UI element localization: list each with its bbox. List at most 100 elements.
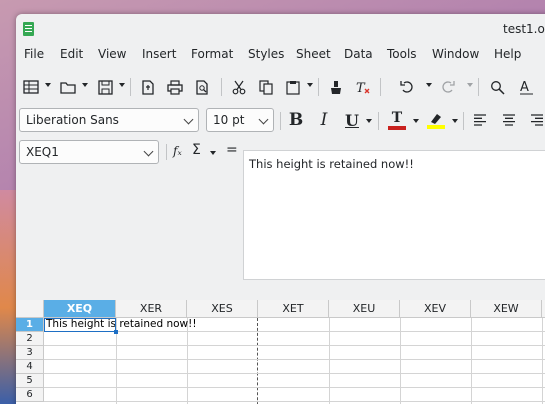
- align-center-button[interactable]: [498, 108, 520, 132]
- svg-text:A: A: [520, 80, 529, 95]
- clone-formatting-icon[interactable]: [325, 74, 347, 100]
- chevron-down-icon[interactable]: [143, 146, 154, 157]
- grid-line: [44, 387, 545, 388]
- toolbar-separator: [130, 78, 131, 96]
- highlight-color-swatch: [427, 124, 445, 129]
- toolbar-separator: [166, 144, 167, 160]
- column-header-xew[interactable]: XEW: [471, 300, 542, 318]
- row-header-6[interactable]: 6: [16, 388, 44, 402]
- row-header-3[interactable]: 3: [16, 346, 44, 360]
- print-icon[interactable]: [164, 74, 186, 100]
- align-right-icon: [531, 114, 543, 126]
- grid-line: [44, 373, 545, 374]
- name-box-value: XEQ1: [26, 145, 59, 159]
- row-header-2[interactable]: 2: [16, 332, 44, 346]
- toolbar-separator: [478, 78, 479, 96]
- select-all-corner[interactable]: [16, 300, 44, 318]
- chevron-down-icon[interactable]: [452, 119, 458, 123]
- menu-window[interactable]: Window: [432, 47, 479, 61]
- chevron-down-icon[interactable]: [366, 119, 372, 123]
- chevron-down-icon[interactable]: [258, 114, 269, 125]
- font-size-box[interactable]: 10 pt: [206, 108, 274, 132]
- grid-line: [44, 331, 545, 332]
- window-title: test1.od: [503, 22, 545, 36]
- column-header-xet[interactable]: XET: [258, 300, 329, 318]
- chevron-down-icon[interactable]: [210, 151, 216, 155]
- spelling-icon[interactable]: A: [515, 74, 537, 100]
- title-bar: test1.od: [16, 14, 545, 44]
- italic-button[interactable]: I: [313, 108, 335, 132]
- formula-bar: XEQ1 fₓ Σ = This height is retained now!…: [16, 138, 545, 284]
- menu-insert[interactable]: Insert: [142, 47, 176, 61]
- row-header-5[interactable]: 5: [16, 374, 44, 388]
- chevron-down-icon[interactable]: [45, 83, 51, 87]
- calc-window: test1.od File Edit View Insert Format St…: [16, 14, 545, 404]
- column-header-xeu[interactable]: XEU: [329, 300, 400, 318]
- menu-sheet[interactable]: Sheet: [296, 47, 331, 61]
- save-icon[interactable]: [94, 74, 116, 100]
- formula-input[interactable]: This height is retained now!!: [243, 150, 545, 280]
- name-box[interactable]: XEQ1: [19, 140, 159, 164]
- copy-icon[interactable]: [255, 74, 277, 100]
- print-preview-icon[interactable]: [191, 74, 213, 100]
- chevron-down-icon[interactable]: [183, 114, 194, 125]
- undo-icon[interactable]: [396, 74, 418, 100]
- cut-icon[interactable]: [228, 74, 250, 100]
- clear-formatting-icon[interactable]: T: [352, 74, 374, 100]
- align-center-icon: [503, 114, 515, 126]
- highlight-icon: [431, 113, 441, 124]
- font-size-value: 10 pt: [213, 113, 245, 127]
- toolbar-separator: [463, 112, 464, 130]
- export-pdf-icon[interactable]: [137, 74, 159, 100]
- menu-tools[interactable]: Tools: [387, 47, 417, 61]
- grid-line: [44, 359, 545, 360]
- column-header-xev[interactable]: XEV: [400, 300, 471, 318]
- formula-input-text: This height is retained now!!: [249, 157, 414, 171]
- formula-icon[interactable]: =: [226, 142, 238, 158]
- toolbar-separator: [380, 78, 381, 96]
- highlight-color-button[interactable]: [424, 108, 448, 132]
- grid-line: [44, 345, 545, 346]
- redo-icon[interactable]: [437, 74, 459, 100]
- table-icon[interactable]: [20, 74, 42, 100]
- chevron-down-icon[interactable]: [426, 83, 432, 87]
- chevron-down-icon[interactable]: [82, 83, 88, 87]
- font-color-swatch: [388, 125, 406, 130]
- italic-icon: I: [320, 110, 328, 130]
- column-header-xeq[interactable]: XEQ: [44, 300, 116, 318]
- align-right-button[interactable]: [526, 108, 545, 132]
- underline-button[interactable]: U: [341, 108, 363, 132]
- align-left-button[interactable]: [469, 108, 491, 132]
- menu-format[interactable]: Format: [191, 47, 233, 61]
- spreadsheet-grid[interactable]: XEQ XER XES XET XEU XEV XEW 1 2 3 4 5 6 …: [16, 300, 545, 404]
- chevron-down-icon[interactable]: [119, 83, 125, 87]
- align-left-icon: [474, 114, 486, 126]
- column-header-xer[interactable]: XER: [116, 300, 187, 318]
- row-header-4[interactable]: 4: [16, 360, 44, 374]
- calc-app-icon: [23, 22, 34, 36]
- column-header-xes[interactable]: XES: [187, 300, 258, 318]
- open-folder-icon[interactable]: [57, 74, 79, 100]
- bold-button[interactable]: B: [285, 108, 307, 132]
- paste-icon[interactable]: [282, 74, 304, 100]
- menu-file[interactable]: File: [24, 47, 44, 61]
- toolbar-separator: [221, 78, 222, 96]
- menu-view[interactable]: View: [98, 47, 126, 61]
- svg-text:T: T: [356, 81, 366, 95]
- row-header-1[interactable]: 1: [16, 318, 44, 332]
- menu-styles[interactable]: Styles: [248, 47, 284, 61]
- font-color-button[interactable]: T: [385, 108, 409, 132]
- toolbar-separator: [318, 78, 319, 96]
- menu-edit[interactable]: Edit: [60, 47, 83, 61]
- sum-icon[interactable]: Σ: [192, 142, 201, 158]
- function-wizard-icon[interactable]: fₓ: [173, 144, 182, 158]
- menu-data[interactable]: Data: [344, 47, 373, 61]
- formatting-toolbar: Liberation Sans 10 pt B I U T: [16, 106, 545, 134]
- menu-help[interactable]: Help: [494, 47, 521, 61]
- toolbar-separator: [280, 112, 281, 130]
- font-name-box[interactable]: Liberation Sans: [19, 108, 199, 132]
- chevron-down-icon[interactable]: [413, 119, 419, 123]
- find-replace-icon[interactable]: [486, 74, 508, 100]
- chevron-down-icon[interactable]: [307, 83, 313, 87]
- menu-bar: File Edit View Insert Format Styles Shee…: [16, 45, 545, 65]
